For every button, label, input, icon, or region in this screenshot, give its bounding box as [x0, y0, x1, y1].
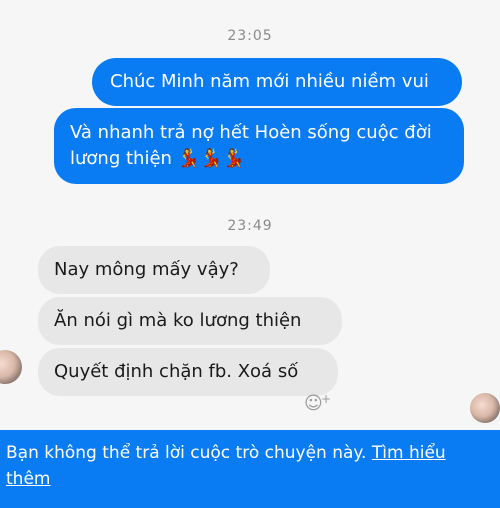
incoming-message[interactable]: Quyết định chặn fb. Xoá số	[38, 348, 338, 396]
incoming-message[interactable]: Ăn nói gì mà ko lương thiện	[38, 297, 342, 345]
conversation-area: 23:05 Chúc Minh năm mới nhiều niềm vui V…	[0, 0, 500, 430]
incoming-message[interactable]: Nay mông mấy vậy?	[38, 246, 270, 294]
seen-avatar	[470, 393, 500, 423]
smiley-plus-icon[interactable]: ☺	[304, 393, 323, 414]
outgoing-message[interactable]: Chúc Minh năm mới nhiều niềm vui	[92, 58, 462, 106]
timestamp: 23:05	[227, 28, 273, 44]
timestamp: 23:49	[227, 218, 273, 234]
banner-text: Bạn không thể trả lời cuộc trò chuyện nà…	[6, 443, 367, 463]
contact-avatar[interactable]	[0, 350, 22, 384]
outgoing-message[interactable]: Và nhanh trả nợ hết Hoèn sống cuộc đời l…	[54, 108, 464, 184]
plus-icon: +	[321, 392, 332, 406]
cannot-reply-banner: Bạn không thể trả lời cuộc trò chuyện nà…	[0, 430, 500, 508]
